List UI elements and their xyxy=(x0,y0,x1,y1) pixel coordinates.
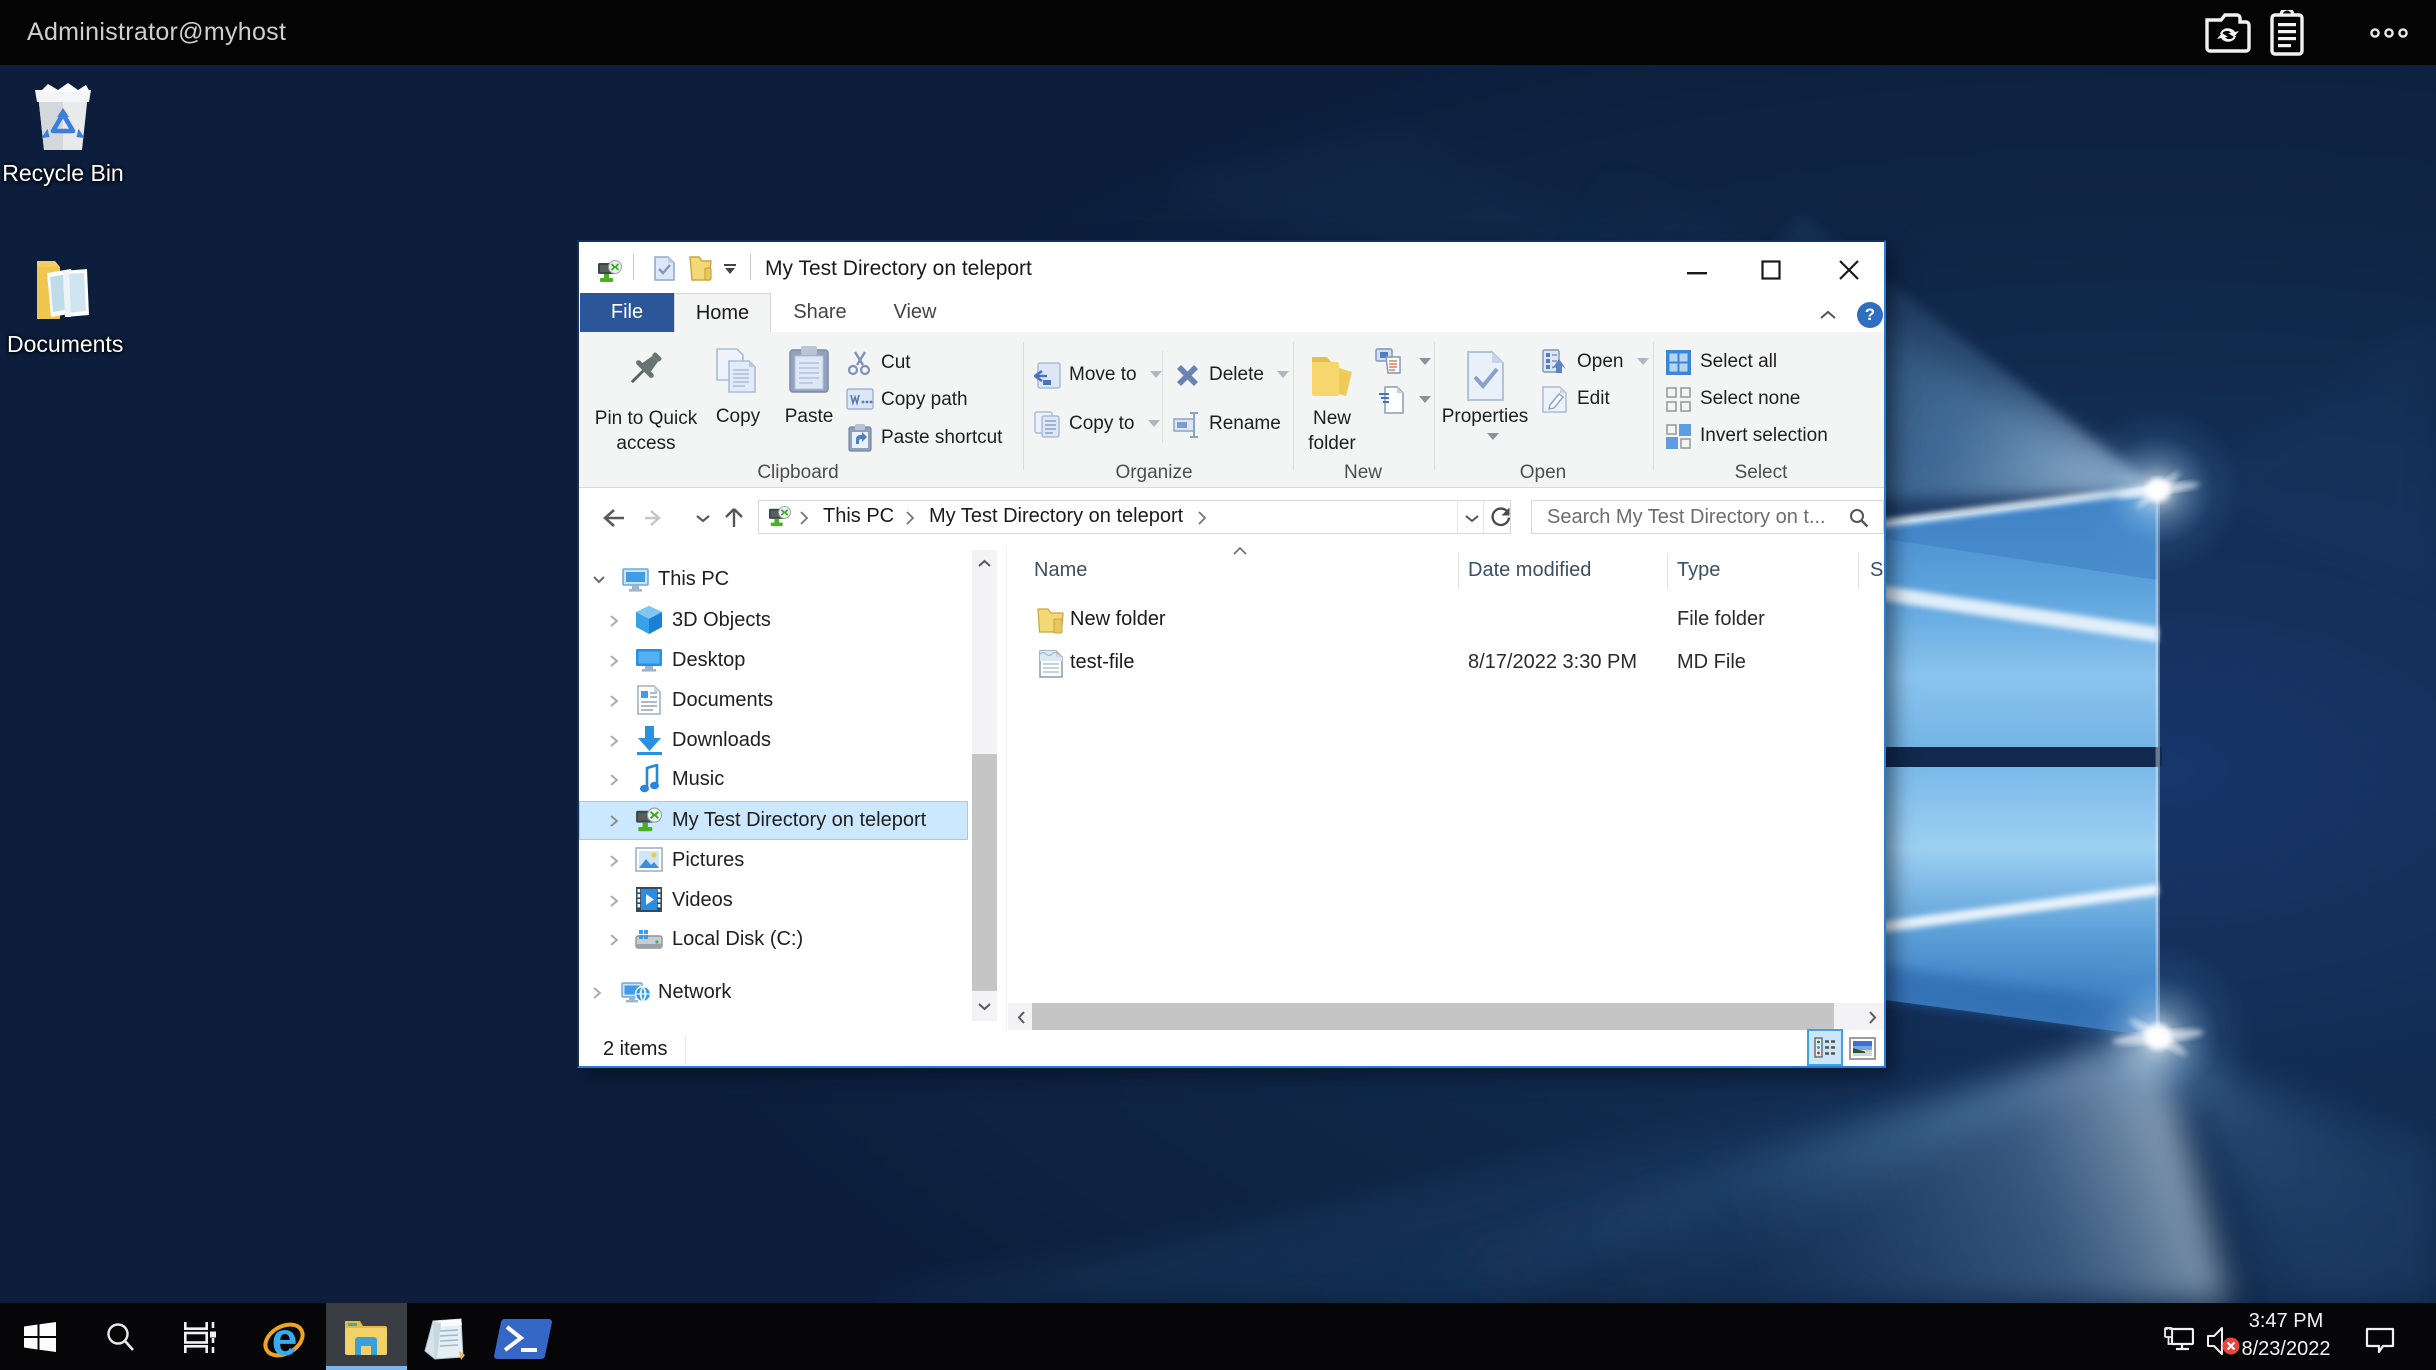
svg-text:e: e xyxy=(272,1317,298,1362)
